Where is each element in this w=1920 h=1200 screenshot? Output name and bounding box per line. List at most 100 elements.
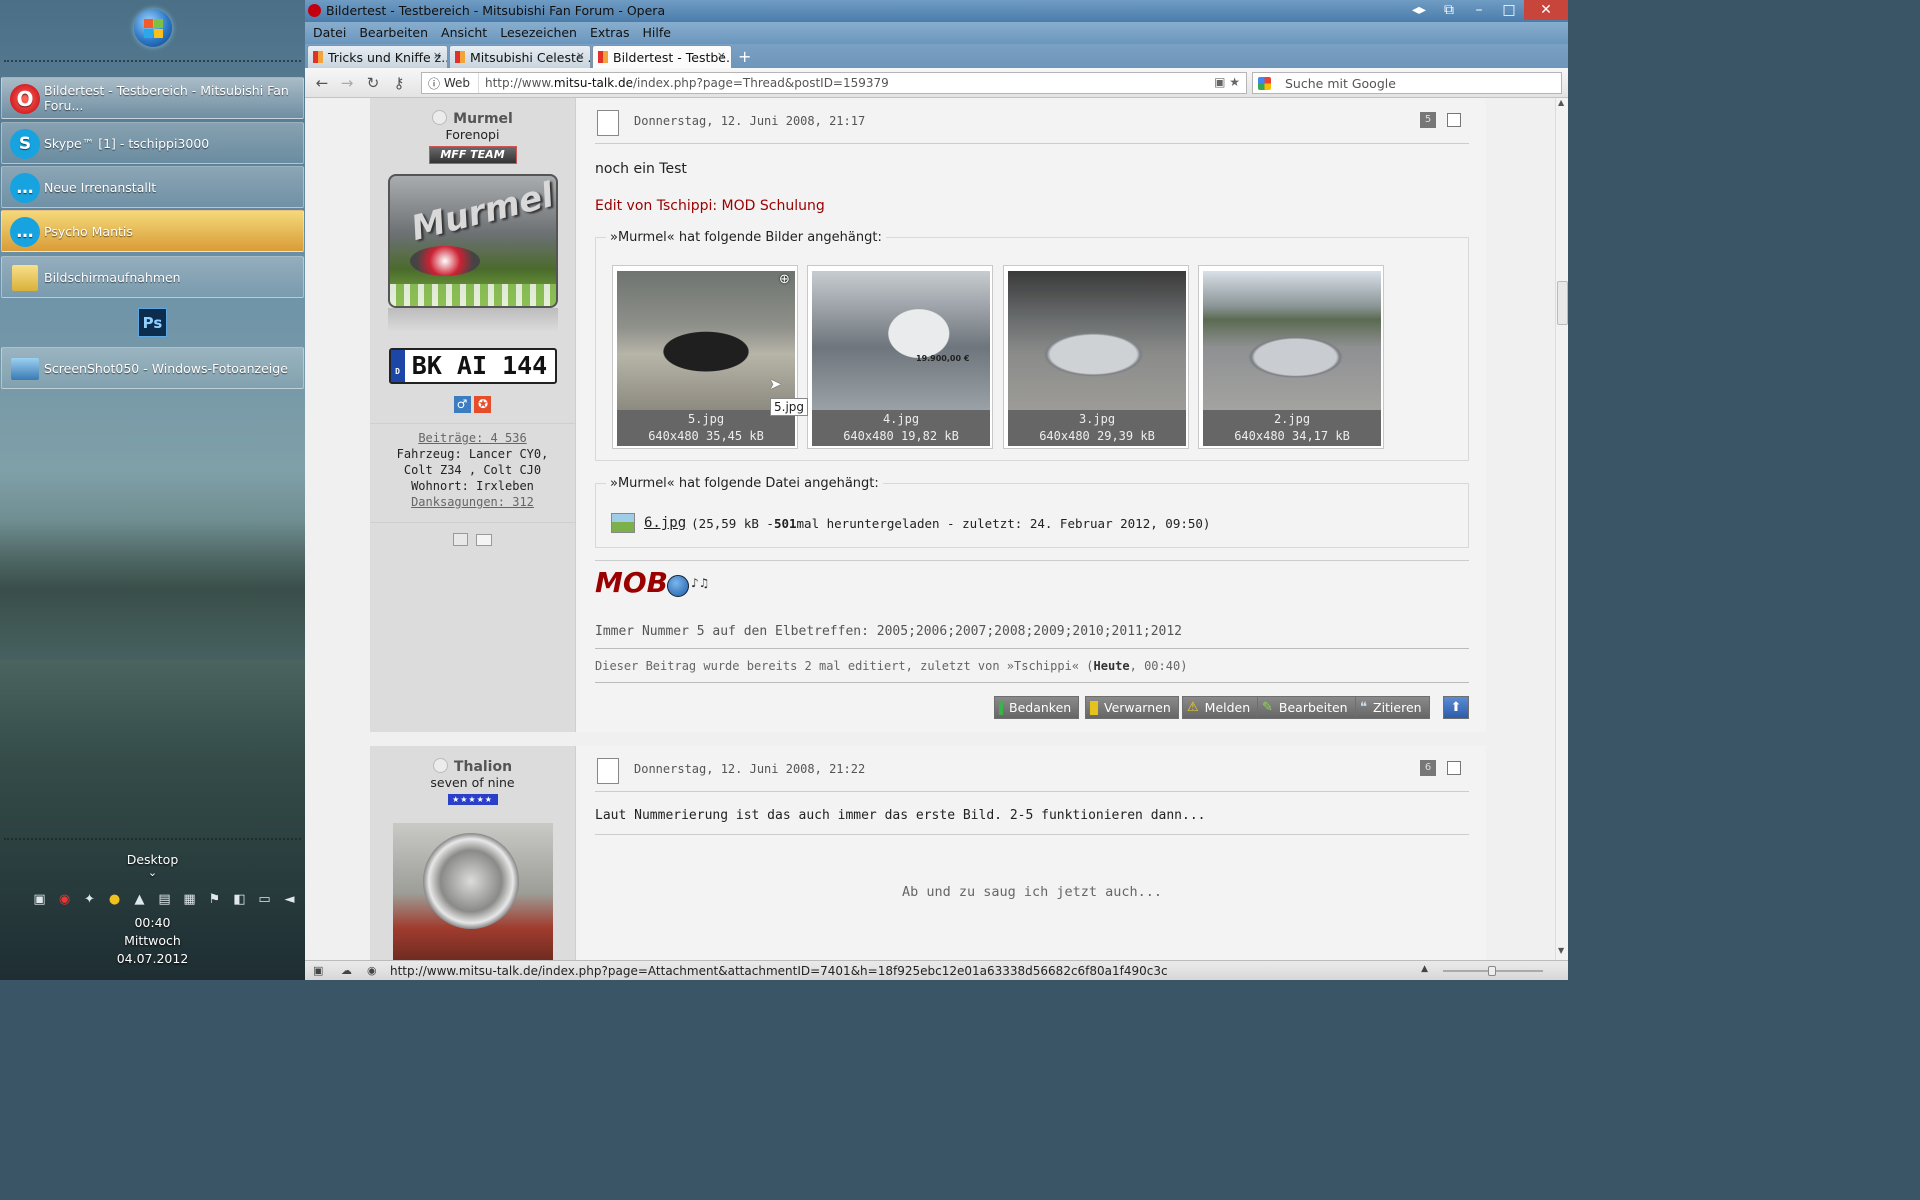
- taskbar-item-label: Skype™ [1] - tschippi3000: [44, 135, 210, 151]
- post-number[interactable]: 6: [1420, 760, 1436, 776]
- new-tab-button[interactable]: +: [738, 47, 751, 66]
- desktop-button[interactable]: Desktop: [0, 852, 305, 867]
- monitor-icon[interactable]: ▤: [155, 890, 174, 909]
- thanks-count-link[interactable]: Danksagungen: 312: [370, 494, 575, 510]
- zoom-slider[interactable]: [1443, 966, 1543, 976]
- vehicle-info: Fahrzeug: Lancer CY0, Colt Z34 , Colt CJ…: [396, 447, 549, 477]
- tray-app-icon[interactable]: ✦: [80, 890, 99, 909]
- menu-extras[interactable]: Extras: [585, 22, 638, 44]
- scroll-up-icon[interactable]: ▲: [1558, 98, 1564, 107]
- zoom-icon[interactable]: ⊕: [779, 272, 790, 287]
- thumbnail-image[interactable]: [1203, 271, 1381, 410]
- site-info-button[interactable]: ⓘ Web: [422, 73, 479, 93]
- taskbar-item-chat-psycho-mantis[interactable]: … Psycho Mantis: [1, 210, 304, 252]
- homepage-icon[interactable]: [453, 533, 468, 546]
- quote-button[interactable]: ❝ Zitieren: [1355, 696, 1430, 719]
- back-arrow-icon[interactable]: ←: [312, 73, 332, 93]
- forward-arrow-icon[interactable]: →: [337, 73, 357, 93]
- vertical-scrollbar[interactable]: ▲ ▼: [1555, 98, 1568, 960]
- close-tab-icon[interactable]: ×: [433, 49, 442, 62]
- action-center-flag-icon[interactable]: ⚑: [205, 890, 224, 909]
- power-icon[interactable]: ▭: [255, 890, 274, 909]
- taskbar-item-label: Bildschirmaufnahmen: [44, 269, 181, 285]
- taskbar-item-photo-viewer[interactable]: ScreenShot050 - Windows-Fotoanzeige: [1, 347, 304, 389]
- menu-bearbeiten[interactable]: Bearbeiten: [354, 22, 436, 44]
- taskbar-item-folder[interactable]: Bildschirmaufnahmen: [1, 256, 304, 298]
- thumbnail-image[interactable]: [1008, 271, 1186, 410]
- usb-icon[interactable]: ▲: [130, 890, 149, 909]
- thank-button[interactable]: Bedanken: [994, 696, 1080, 719]
- google-icon[interactable]: [1258, 77, 1271, 90]
- post-select-checkbox[interactable]: [1447, 761, 1461, 775]
- minimize-button[interactable]: –: [1464, 0, 1494, 20]
- post-count-link[interactable]: Beiträge: 4 536: [370, 430, 575, 446]
- opera-unite-icon[interactable]: ☁: [341, 964, 352, 977]
- menu-ansicht[interactable]: Ansicht: [436, 22, 495, 44]
- network-icon[interactable]: ▣: [30, 890, 49, 909]
- antivirus-icon[interactable]: ◉: [55, 890, 74, 909]
- restore-tabs-icon[interactable]: ⧉: [1434, 0, 1464, 20]
- close-button[interactable]: ✕: [1524, 0, 1568, 20]
- email-icon[interactable]: [475, 534, 492, 546]
- clock-date: 04.07.2012: [116, 951, 189, 966]
- scrollbar-thumb[interactable]: [1557, 281, 1568, 325]
- price-tag: 19.900,00 €: [916, 354, 970, 363]
- address-bar[interactable]: ⓘ Web http://www.mitsu-talk.de/index.php…: [421, 72, 1247, 94]
- url-text[interactable]: http://www.mitsu-talk.de/index.php?page=…: [479, 76, 889, 90]
- opera-icon: O: [10, 84, 40, 114]
- scroll-top-button[interactable]: ⬆: [1443, 696, 1469, 719]
- menu-lesezeichen[interactable]: Lesezeichen: [495, 22, 585, 44]
- photoshop-icon[interactable]: Ps: [138, 308, 167, 337]
- network-status-icon[interactable]: ◧: [230, 890, 249, 909]
- turbo-icon[interactable]: ◉: [367, 964, 377, 977]
- clock-time[interactable]: 00:40: [0, 915, 305, 930]
- taskbar-item-skype[interactable]: S Skype™ [1] - tschippi3000: [1, 122, 304, 164]
- search-field[interactable]: Suche mit Google: [1252, 72, 1562, 94]
- scroll-down-icon[interactable]: ▼: [1558, 946, 1564, 955]
- tab-tricks[interactable]: Tricks und Kniffe z... ×: [307, 45, 448, 68]
- attachment-thumbnail[interactable]: 2.jpg 640x480 34,17 kB: [1198, 265, 1384, 449]
- desktop-arrow-icon[interactable]: ⌄: [0, 866, 305, 879]
- attachment-thumbnail[interactable]: 19.900,00 € 4.jpg 640x480 19,82 kB: [807, 265, 993, 449]
- report-button[interactable]: ⚠ Melden: [1182, 696, 1259, 719]
- menu-datei[interactable]: Datei: [308, 22, 354, 44]
- maximize-button[interactable]: □: [1494, 0, 1524, 20]
- user-rank: seven of nine: [430, 775, 515, 790]
- username[interactable]: Murmel: [370, 110, 575, 127]
- warn-button[interactable]: Verwarnen: [1085, 696, 1179, 719]
- music-notes-icon: ♪♫: [691, 576, 710, 590]
- security-icon[interactable]: ●: [105, 890, 124, 909]
- close-tab-icon[interactable]: ×: [576, 49, 585, 62]
- panel-toggle-icon[interactable]: ▣: [313, 964, 323, 977]
- tab-cycle-icon[interactable]: ◂▸: [1404, 0, 1434, 20]
- post-number[interactable]: 5: [1420, 112, 1436, 128]
- thumbnail-image[interactable]: [812, 271, 990, 410]
- key-icon[interactable]: ⚷: [389, 73, 409, 93]
- reload-icon[interactable]: ↻: [363, 73, 383, 93]
- image-file-icon: [611, 513, 635, 533]
- volume-icon[interactable]: ◄: [280, 890, 299, 909]
- post-message: Donnerstag, 12. Juni 2008, 21:17 5 noch …: [595, 98, 1469, 732]
- skype-icon: S: [10, 129, 40, 159]
- username[interactable]: Thalion: [370, 758, 575, 775]
- display-icon[interactable]: ▦: [180, 890, 199, 909]
- close-tab-icon[interactable]: ×: [717, 49, 726, 62]
- post-document-icon[interactable]: [597, 110, 619, 136]
- tab-bildertest[interactable]: Bildertest - Testbe... ×: [592, 45, 732, 69]
- tab-celeste[interactable]: Mitsubishi Celeste ... ×: [449, 45, 591, 68]
- zoom-slider-handle[interactable]: [1488, 966, 1496, 976]
- start-button[interactable]: [134, 9, 172, 47]
- file-download-link[interactable]: 6.jpg: [644, 515, 686, 531]
- taskbar-item-chat-irrenanstallt[interactable]: … Neue Irrenanstallt: [1, 166, 304, 208]
- post-select-checkbox[interactable]: [1447, 113, 1461, 127]
- post-document-icon[interactable]: [597, 758, 619, 784]
- edit-label: Bearbeiten: [1278, 700, 1348, 715]
- attachment-thumbnail[interactable]: 3.jpg 640x480 29,39 kB: [1003, 265, 1189, 449]
- navigation-bar: ← → ↻ ⚷ ⓘ Web http://www.mitsu-talk.de/i…: [305, 68, 1568, 98]
- bookmark-star-icon[interactable]: ▣ ★: [1214, 75, 1240, 89]
- taskbar-item-opera[interactable]: O Bildertest - Testbereich - Mitsubishi …: [1, 77, 304, 119]
- menu-hilfe[interactable]: Hilfe: [638, 22, 679, 44]
- view-toggle-icon[interactable]: ▲: [1421, 964, 1428, 974]
- edit-button[interactable]: ✎ Bearbeiten: [1257, 696, 1356, 719]
- attachment-thumbnail[interactable]: ⊕ 5.jpg 640x480 35,45 kB: [612, 265, 798, 449]
